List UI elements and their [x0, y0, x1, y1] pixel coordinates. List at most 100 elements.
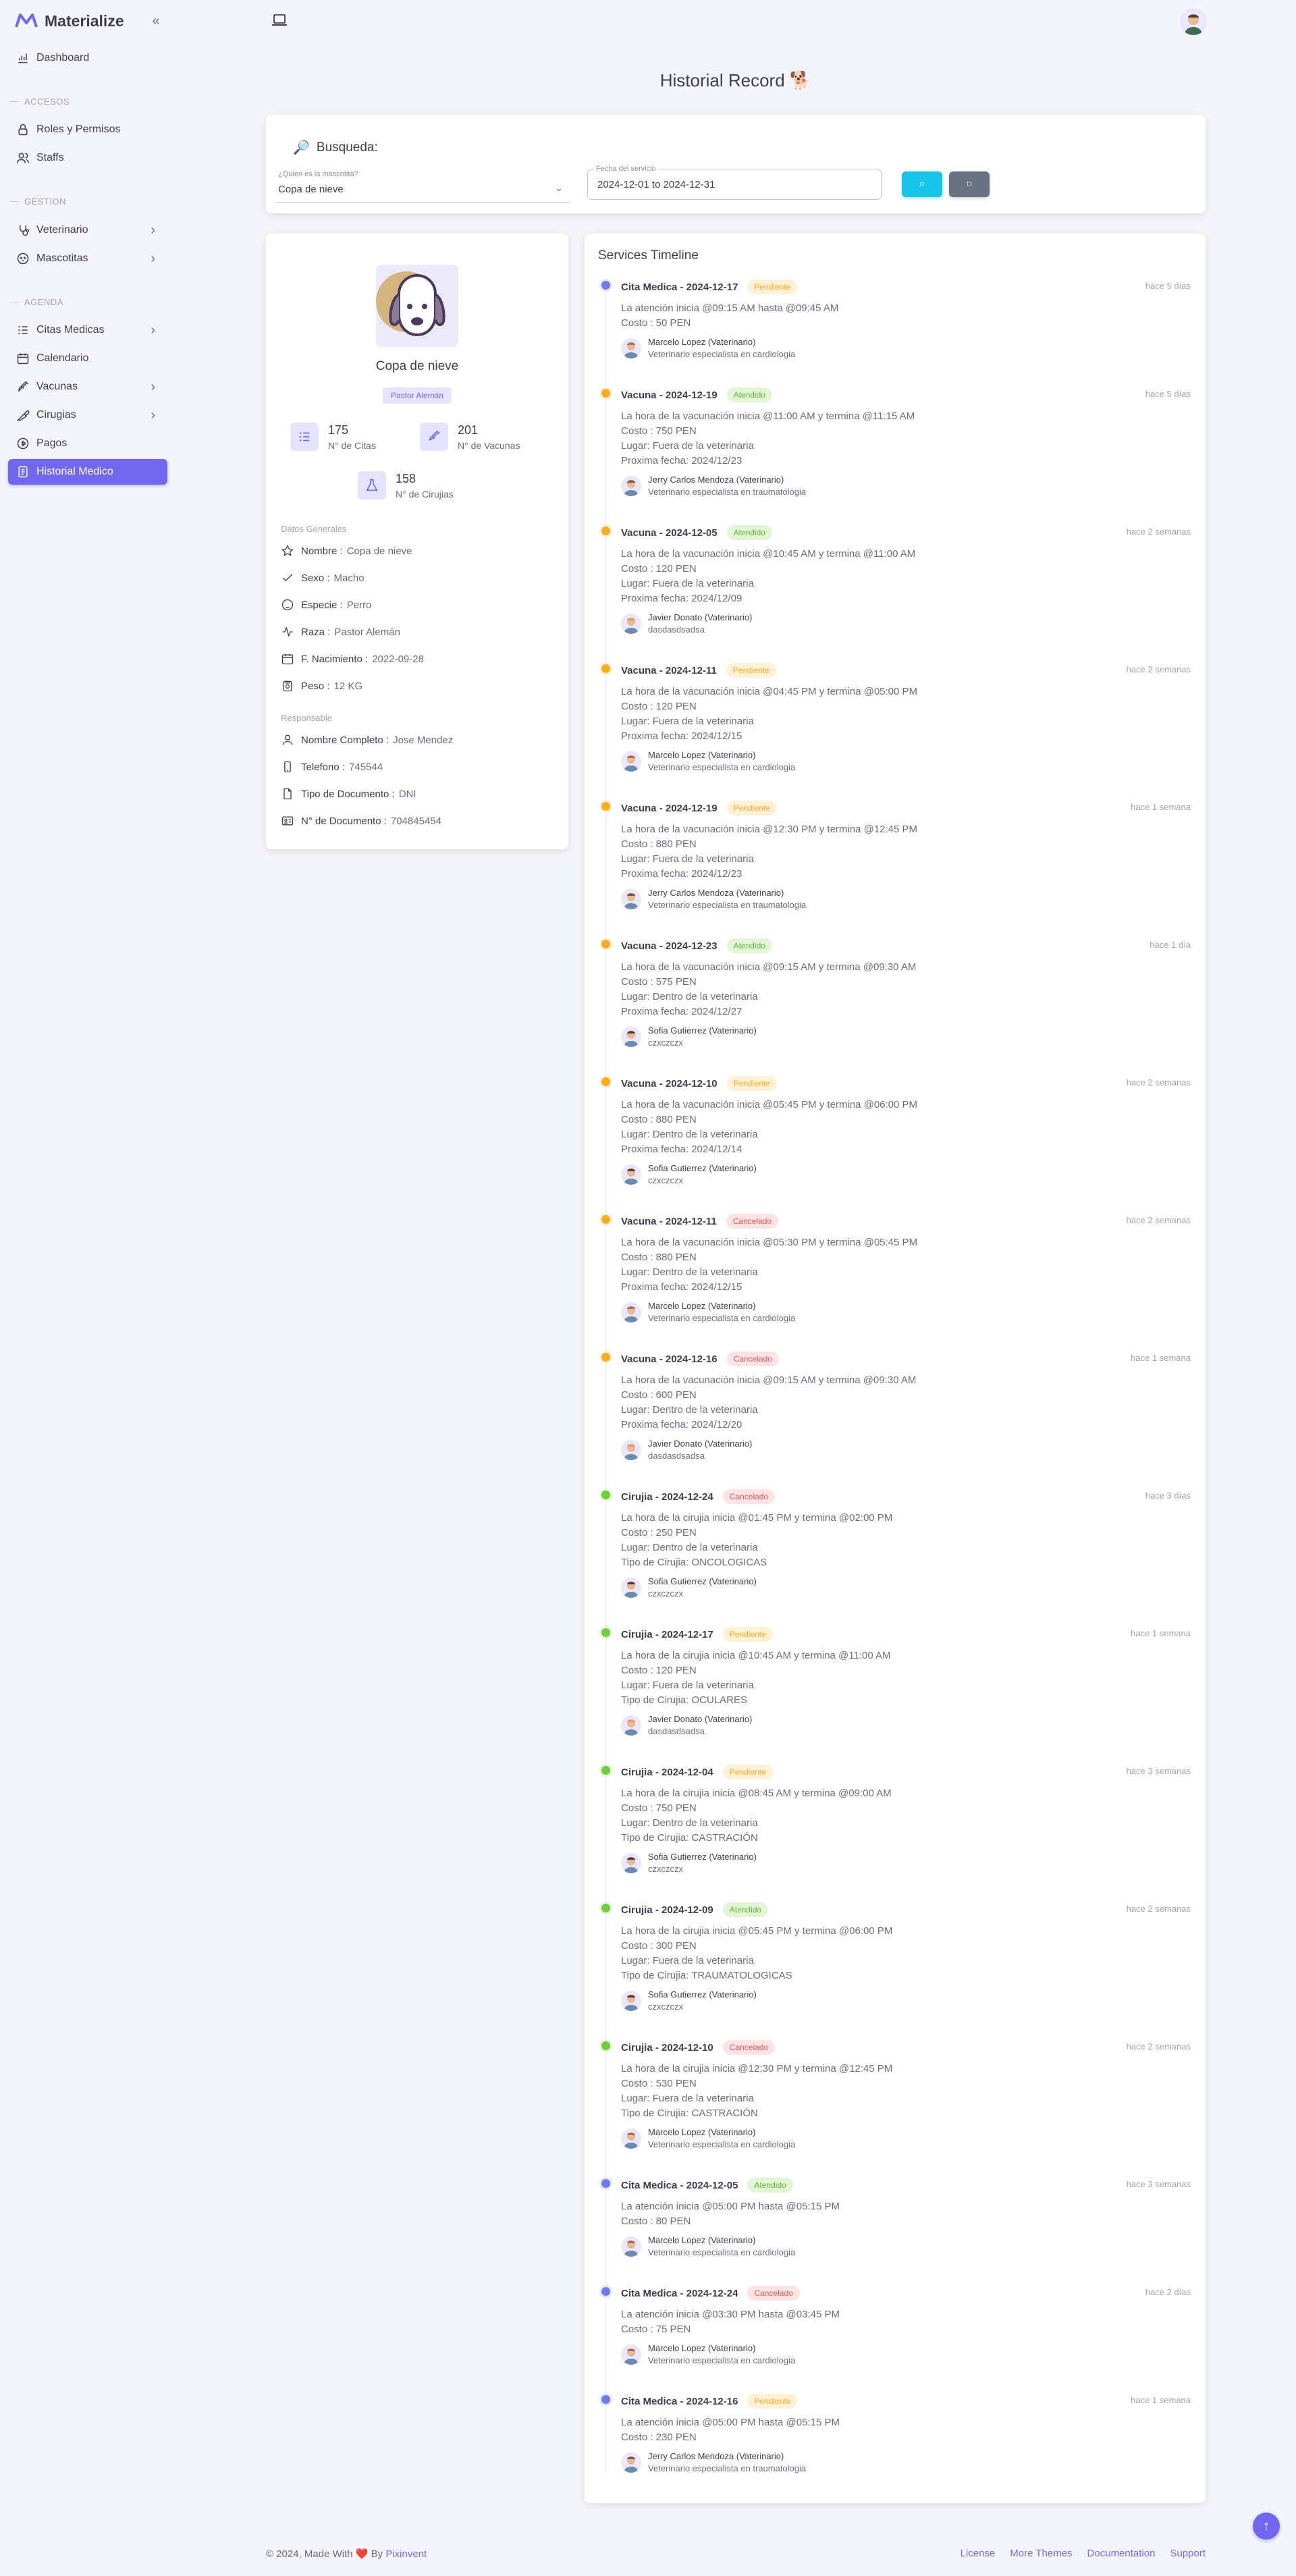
nav-mascotitas[interactable]: Mascotitas › [8, 246, 167, 271]
status-badge: Atendido [726, 525, 772, 540]
owner-num-doc-key: N° de Documento : [301, 815, 387, 827]
footer-link-license[interactable]: License [961, 2548, 996, 2559]
timeline-item-title: Cita Medica - 2024-12-17 [621, 281, 738, 293]
nav-citas[interactable]: Citas Medicas › [8, 317, 167, 343]
footer-link-documentation[interactable]: Documentation [1087, 2548, 1156, 2559]
nav-roles[interactable]: Roles y Permisos [8, 117, 167, 142]
timeline-dot [601, 2287, 610, 2296]
vet-name: Marcelo Lopez (Vaterinario) [648, 1301, 756, 1311]
timeline-item-title: Cita Medica - 2024-12-16 [621, 2395, 738, 2407]
vet-name: Marcelo Lopez (Vaterinario) [648, 750, 756, 760]
timeline-item-vet: Jerry Carlos Mendoza (Vaterinario) Veteri… [621, 887, 806, 911]
vet-name: Sofia Gutierrez (Vaterinario) [648, 1025, 757, 1036]
timeline-item-line: Costo : 120 PEN [621, 563, 697, 574]
user-avatar[interactable] [1180, 8, 1207, 35]
status-badge: Atendido [747, 2178, 793, 2193]
timeline-item-line: Costo : 575 PEN [621, 976, 697, 988]
timeline-item-header: Cirujia - 2024-12-04 Pendiente [621, 1765, 773, 1779]
footer-copy: © 2024, Made With [266, 2548, 353, 2560]
vet-avatar [621, 1853, 641, 1873]
timeline-item-vet: Javier Donato (Vaterinario) dasdasdsadsa [621, 1438, 752, 1462]
timeline-dot [601, 1628, 610, 1637]
status-badge: Cancelado [722, 2040, 776, 2055]
timeline-item: Cirujia - 2024-12-09 Atendido hace 2 sem… [585, 1902, 1206, 2039]
footer-brand-link[interactable]: Pixinvent [385, 2548, 427, 2560]
vet-avatar [621, 2128, 641, 2149]
timeline-item: Vacuna - 2024-12-19 Atendido hace 5 días… [585, 387, 1206, 525]
timeline-item-line: La hora de la cirujia inicia @12:30 PM y… [621, 2063, 893, 2074]
status-badge: Cancelado [747, 2286, 800, 2301]
footer-link-support[interactable]: Support [1170, 2548, 1206, 2559]
timeline-item-vet: Marcelo Lopez (Vaterinario) Veterinario e… [621, 2234, 795, 2259]
timeline-item-line: Costo : 230 PEN [621, 2432, 697, 2443]
timeline-item-line: Lugar: Fuera de la veterinaria [621, 2093, 754, 2104]
nav-staffs[interactable]: Staffs [8, 145, 167, 171]
chevron-right-icon: › [151, 379, 155, 394]
timeline-item-vet: Marcelo Lopez (Vaterinario) Veterinario e… [621, 2342, 795, 2367]
timeline-item-line: Costo : 880 PEN [621, 1252, 697, 1263]
reset-button[interactable]: ○ [949, 171, 990, 197]
timeline-item-line: Costo : 250 PEN [621, 1527, 697, 1538]
pet-profile-card: Copa de nieve Pastor Alemán 175 N° de Cit… [266, 234, 568, 849]
timeline-item-line: Costo : 600 PEN [621, 1389, 697, 1401]
nav-pagos-label: Pagos [36, 437, 68, 449]
owner-nombre: Nombre Completo : Jose Mendez [281, 733, 453, 747]
footer-link-more-themes[interactable]: More Themes [1010, 2548, 1072, 2559]
timeline-dot [601, 664, 610, 673]
pet-breed-badge: Pastor Alemán [383, 387, 452, 404]
status-badge: Pendiente [747, 2394, 798, 2409]
vet-specialty: czxczczx [648, 1038, 683, 1048]
info-raza-key: Raza : [301, 626, 331, 638]
timeline-item-vet: Sofia Gutierrez (Vaterinario) czxczczx [621, 1576, 757, 1600]
info-nacimiento-key: F. Nacimiento : [301, 653, 369, 665]
vet-specialty: czxczczx [648, 1175, 683, 1185]
nav-section-agenda: AGENDA [9, 297, 63, 307]
timeline-item-time-ago: hace 5 días [1145, 389, 1191, 399]
vet-name: Javier Donato (Vaterinario) [648, 1714, 753, 1724]
laptop-icon[interactable] [271, 14, 288, 27]
pet-select[interactable]: Copa de nieve ⌄ [275, 176, 570, 203]
vet-specialty: czxczczx [648, 1588, 683, 1599]
nav-vacunas[interactable]: Vacunas › [8, 374, 167, 400]
timeline-item-line: Costo : 50 PEN [621, 317, 691, 329]
timeline-item-line: Lugar: Dentro de la veterinaria [621, 1817, 758, 1829]
timeline-item-header: Vacuna - 2024-12-11 Pendiente [621, 663, 776, 678]
vaccine-icon [420, 423, 448, 451]
timeline-item-time-ago: hace 1 semana [1131, 1353, 1191, 1363]
scroll-to-top-button[interactable]: ↑ [1253, 2513, 1280, 2540]
nav-historial[interactable]: Historial Medico [8, 459, 167, 485]
collapse-menu-icon[interactable]: « [148, 14, 163, 28]
timeline-dot [601, 1491, 610, 1499]
nav-calendario-label: Calendario [36, 352, 89, 364]
check-icon [282, 574, 293, 582]
refresh-icon: ○ [966, 178, 973, 190]
list-check-icon [290, 423, 319, 451]
timeline-item-line: Proxima fecha: 2024/12/27 [621, 1006, 742, 1017]
calendar-icon [17, 353, 29, 365]
chevron-right-icon: › [151, 322, 155, 338]
nav-dashboard[interactable]: Dashboard [8, 45, 167, 71]
timeline-item-line: La hora de la vacunación inicia @09:15 A… [621, 1374, 917, 1386]
stat-vacunas: 201 N° de Vacunas [420, 423, 520, 451]
chevron-right-icon: › [151, 222, 155, 238]
nav-roles-label: Roles y Permisos [36, 124, 121, 135]
vet-specialty: dasdasdsadsa [648, 1451, 705, 1461]
timeline-item-title: Cirujia - 2024-12-04 [621, 1766, 713, 1778]
timeline-item-line: La hora de la vacunación inicia @05:45 P… [621, 1099, 918, 1110]
timeline-item-header: Vacuna - 2024-12-05 Atendido [621, 525, 772, 540]
timeline-item-header: Cirujia - 2024-12-10 Cancelado [621, 2040, 776, 2055]
timeline-item-header: Cirujia - 2024-12-24 Cancelado [621, 1489, 776, 1504]
pet-select-value: Copa de nieve [278, 184, 344, 195]
general-data-label: Datos Generales [281, 524, 347, 534]
user-icon [282, 734, 293, 745]
nav-pagos[interactable]: Pagos [8, 431, 167, 456]
timeline-item-line: Proxima fecha: 2024/12/20 [621, 1419, 742, 1430]
search-button[interactable]: ⌕ [902, 171, 942, 197]
nav-calendario[interactable]: Calendario [8, 346, 167, 371]
timeline-item-vet: Sofia Gutierrez (Vaterinario) czxczczx [621, 1025, 757, 1049]
nav-cirugias[interactable]: Cirugias › [8, 402, 167, 428]
vet-avatar [621, 751, 641, 772]
flask-icon [358, 471, 386, 500]
nav-veterinario[interactable]: Veterinario › [8, 217, 167, 243]
date-range-input[interactable]: 2024-12-01 to 2024-12-31 [587, 169, 882, 200]
